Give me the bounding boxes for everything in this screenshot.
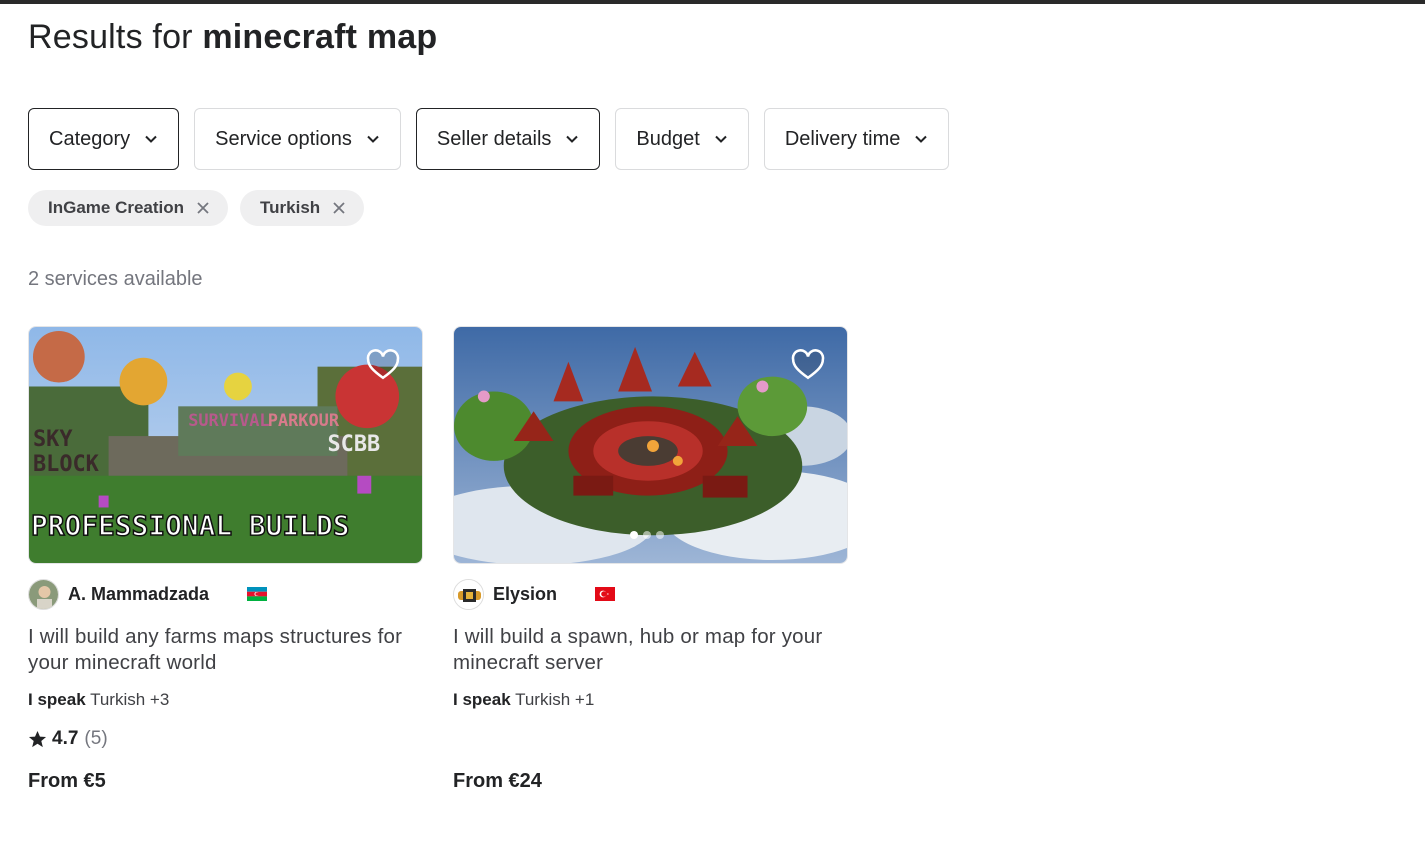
rating: 4.7 (5) [28, 728, 423, 750]
filter-label: Budget [636, 127, 700, 150]
gig-card[interactable]: Elysion I will build a spawn, hub or map… [453, 326, 848, 792]
gig-thumbnail-image: SURVIVAL PARKOUR SKY BLOCK SCBB PROFESSI… [29, 327, 422, 563]
chevron-down-icon [566, 135, 579, 143]
chip-ingame-creation: InGame Creation [28, 190, 229, 226]
chevron-down-icon [367, 135, 379, 143]
filter-delivery-time[interactable]: Delivery time [763, 108, 950, 170]
review-count: (5) [84, 728, 108, 749]
turkey-flag-icon [595, 587, 616, 601]
results-count: 2 services available [28, 268, 203, 290]
gig-title[interactable]: I will build any farms maps structures f… [28, 624, 423, 676]
gig-image[interactable]: SURVIVAL PARKOUR SKY BLOCK SCBB PROFESSI… [28, 326, 423, 564]
seller-name[interactable]: Elysion [493, 584, 557, 605]
azerbaijan-flag-icon [247, 587, 268, 601]
top-border [0, 0, 1425, 4]
gig-image[interactable] [453, 326, 848, 564]
title-prefix: Results for [28, 18, 193, 56]
seller-info: Elysion [453, 578, 848, 610]
gig-thumbnail-image [454, 327, 847, 563]
language-list: Turkish +1 [515, 690, 595, 709]
speak-label: I speak [453, 690, 511, 709]
filter-bar: Category Service options Seller details … [28, 108, 950, 170]
filter-service-options[interactable]: Service options [194, 108, 401, 170]
active-filter-chips: InGame Creation Turkish [28, 190, 365, 226]
price: From €5 [28, 770, 106, 792]
gig-card[interactable]: SURVIVAL PARKOUR SKY BLOCK SCBB PROFESSI… [28, 326, 423, 792]
page-title: Results for minecraft map [28, 18, 437, 57]
heart-icon[interactable] [366, 349, 400, 381]
heart-icon[interactable] [791, 349, 825, 381]
speak-label: I speak [28, 690, 86, 709]
chip-label: InGame Creation [48, 198, 185, 217]
search-query: minecraft map [202, 18, 438, 56]
language-list: Turkish +3 [90, 690, 170, 709]
filter-label: Category [49, 127, 131, 150]
close-icon[interactable] [196, 201, 210, 215]
avatar[interactable] [453, 578, 484, 610]
svg-text:SCBB: SCBB [327, 432, 380, 457]
filter-seller-details[interactable]: Seller details [415, 108, 601, 170]
carousel-dot[interactable] [656, 531, 664, 539]
chevron-down-icon [715, 135, 727, 143]
chevron-down-icon [145, 135, 157, 143]
carousel-dots [630, 531, 664, 539]
chip-turkish: Turkish [240, 190, 365, 226]
filter-label: Seller details [436, 127, 552, 150]
rating-value: 4.7 [52, 728, 79, 749]
filter-budget[interactable]: Budget [615, 108, 749, 170]
gig-title[interactable]: I will build a spawn, hub or map for you… [453, 624, 848, 676]
filter-label: Service options [215, 127, 352, 150]
svg-text:BLOCK: BLOCK [33, 452, 100, 477]
star-icon [28, 730, 47, 747]
filter-label: Delivery time [784, 127, 901, 150]
carousel-dot[interactable] [643, 531, 651, 539]
languages: I speak Turkish +3 [28, 690, 423, 710]
seller-name[interactable]: A. Mammadzada [68, 584, 209, 605]
price: From €24 [453, 770, 542, 792]
close-icon[interactable] [332, 201, 346, 215]
svg-text:PARKOUR: PARKOUR [268, 410, 340, 430]
seller-info: A. Mammadzada [28, 578, 423, 610]
svg-text:SURVIVAL: SURVIVAL [188, 410, 269, 430]
carousel-dot[interactable] [630, 531, 638, 539]
avatar[interactable] [28, 578, 59, 610]
chip-label: Turkish [260, 198, 321, 217]
languages: I speak Turkish +1 [453, 690, 848, 710]
svg-text:SKY: SKY [33, 427, 73, 452]
chevron-down-icon [915, 135, 928, 143]
filter-category[interactable]: Category [28, 108, 180, 170]
thumbnail-caption: PROFESSIONAL BUILDS [31, 509, 350, 542]
